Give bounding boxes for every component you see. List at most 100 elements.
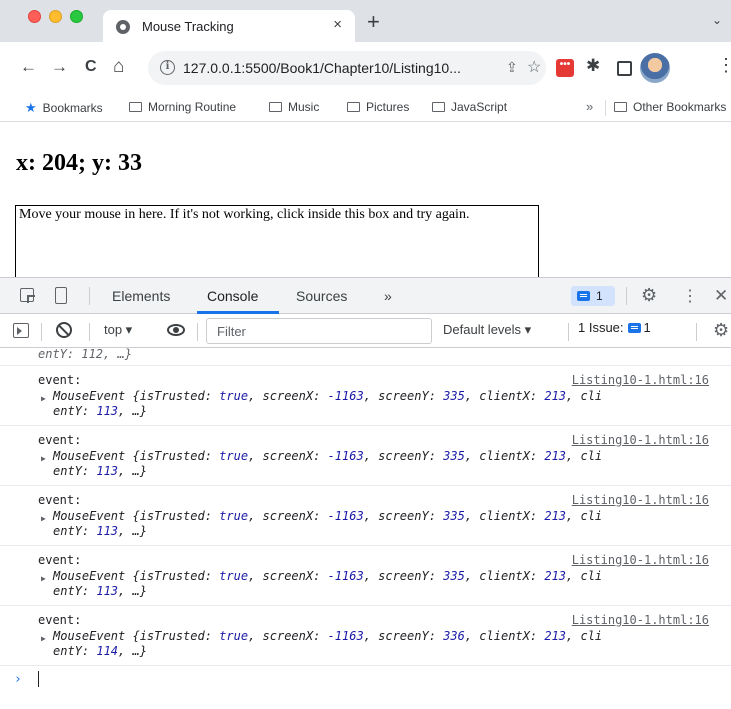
maximize-window-button[interactable] bbox=[70, 10, 83, 23]
log-source-link[interactable]: Listing10-1.html:16 bbox=[572, 493, 709, 507]
bookmark-javascript[interactable]: JavaScript bbox=[432, 100, 507, 114]
messages-badge[interactable]: 1 bbox=[571, 286, 615, 306]
reload-button[interactable]: C bbox=[85, 57, 97, 77]
devtools-menu-icon[interactable]: ⋮ bbox=[682, 286, 698, 306]
tab-console[interactable]: Console bbox=[207, 288, 258, 304]
device-toolbar-icon[interactable] bbox=[55, 287, 67, 304]
mouse-coordinates-heading: x: 204; y: 33 bbox=[16, 150, 142, 176]
folder-icon bbox=[269, 102, 282, 112]
log-object-line-1[interactable]: MouseEvent {isTrusted: true, screenX: -1… bbox=[53, 509, 602, 523]
console-log-entry: event: Listing10-1.html:16 ▶ MouseEvent … bbox=[0, 366, 731, 426]
bookmark-pictures[interactable]: Pictures bbox=[347, 100, 409, 114]
divider bbox=[89, 323, 90, 341]
tab-title: Mouse Tracking bbox=[142, 19, 234, 34]
inspect-element-icon[interactable] bbox=[20, 288, 34, 302]
expand-triangle-icon[interactable]: ▶ bbox=[41, 454, 46, 463]
puzzle-icon[interactable]: ✱ bbox=[586, 56, 600, 76]
console-log-entry: event: Listing10-1.html:16 ▶ MouseEvent … bbox=[0, 546, 731, 606]
forward-button[interactable]: → bbox=[51, 57, 68, 77]
minimize-window-button[interactable] bbox=[49, 10, 62, 23]
console-input-caret[interactable] bbox=[38, 671, 39, 687]
log-object-line-1[interactable]: MouseEvent {isTrusted: true, screenX: -1… bbox=[53, 629, 602, 643]
log-object-line-2: entY: 113, …} bbox=[53, 404, 147, 418]
log-levels-select[interactable]: Default levels ▾ bbox=[443, 322, 531, 338]
expand-triangle-icon[interactable]: ▶ bbox=[41, 514, 46, 523]
tracking-box-text: Move your mouse in here. If it's not wor… bbox=[19, 207, 470, 222]
log-object-line-2: entY: 113, …} bbox=[53, 524, 147, 538]
devtools-tab-bar: Elements Console Sources » 1 ⚙ ⋮ ✕ bbox=[0, 278, 731, 314]
log-source-link[interactable]: Listing10-1.html:16 bbox=[572, 433, 709, 447]
log-source-link[interactable]: Listing10-1.html:16 bbox=[572, 613, 709, 627]
divider bbox=[197, 323, 198, 341]
tab-search-chevron-icon[interactable]: ⌄ bbox=[712, 13, 722, 27]
browser-toolbar: ← → C ⌂ i 127.0.0.1:5500/Book1/Chapter10… bbox=[0, 42, 731, 94]
address-bar[interactable]: i 127.0.0.1:5500/Book1/Chapter10/Listing… bbox=[148, 51, 546, 85]
extension-icon[interactable]: ••• bbox=[556, 59, 574, 77]
close-devtools-icon[interactable]: ✕ bbox=[714, 286, 728, 306]
mouse-tracking-box[interactable]: Move your mouse in here. If it's not wor… bbox=[15, 205, 539, 285]
expand-triangle-icon[interactable]: ▶ bbox=[41, 574, 46, 583]
bookmark-star-icon[interactable]: ☆ bbox=[527, 57, 541, 77]
messages-count: 1 bbox=[596, 289, 603, 303]
divider bbox=[626, 287, 627, 305]
console-settings-gear-icon[interactable]: ⚙ bbox=[713, 320, 729, 341]
log-object-line-1[interactable]: MouseEvent {isTrusted: true, screenX: -1… bbox=[53, 389, 602, 403]
console-filter-input[interactable] bbox=[206, 318, 432, 344]
star-icon: ★ bbox=[25, 100, 37, 115]
home-button[interactable]: ⌂ bbox=[113, 57, 124, 77]
console-sidebar-toggle-icon[interactable] bbox=[13, 323, 29, 338]
side-panel-icon[interactable] bbox=[617, 61, 632, 76]
bookmarks-divider bbox=[605, 100, 606, 116]
log-source-link[interactable]: Listing10-1.html:16 bbox=[572, 553, 709, 567]
bookmark-music[interactable]: Music bbox=[269, 100, 319, 114]
log-object-line-1[interactable]: MouseEvent {isTrusted: true, screenX: -1… bbox=[53, 569, 602, 583]
settings-gear-icon[interactable]: ⚙ bbox=[641, 285, 657, 306]
folder-icon bbox=[129, 102, 142, 112]
bookmark-bookmarks[interactable]: ★ Bookmarks bbox=[25, 100, 103, 116]
console-log-entry: event: Listing10-1.html:16 ▶ MouseEvent … bbox=[0, 426, 731, 486]
url-text[interactable]: 127.0.0.1:5500/Book1/Chapter10/Listing10… bbox=[183, 60, 461, 76]
site-info-icon[interactable]: i bbox=[160, 60, 175, 75]
avatar[interactable] bbox=[640, 53, 670, 83]
tab-strip: Mouse Tracking × + ⌄ bbox=[0, 0, 731, 42]
new-tab-button[interactable]: + bbox=[367, 11, 380, 33]
tab-elements[interactable]: Elements bbox=[112, 288, 170, 304]
console-filter-bar: top ▾ Default levels ▾ 1 Issue:1 ⚙ bbox=[0, 314, 731, 348]
globe-icon bbox=[116, 20, 130, 34]
log-source-link[interactable]: Listing10-1.html:16 bbox=[572, 373, 709, 387]
tab-close-icon[interactable]: × bbox=[333, 16, 342, 33]
folder-icon bbox=[614, 102, 627, 112]
log-object-line-1[interactable]: MouseEvent {isTrusted: true, screenX: -1… bbox=[53, 449, 602, 463]
log-label: event: bbox=[38, 613, 82, 627]
bookmark-other-bookmarks[interactable]: Other Bookmarks bbox=[614, 100, 726, 114]
log-object-line-2: entY: 114, …} bbox=[53, 644, 147, 658]
log-label: event: bbox=[38, 433, 82, 447]
console-entry-partial: ▶ entY: 112, …} bbox=[0, 348, 731, 366]
browser-menu-icon[interactable]: ⋮ bbox=[717, 56, 731, 74]
expand-triangle-icon[interactable]: ▶ bbox=[41, 634, 46, 643]
more-bookmarks-chevron-icon[interactable]: » bbox=[586, 99, 593, 114]
tab-sources[interactable]: Sources bbox=[296, 288, 347, 304]
close-window-button[interactable] bbox=[28, 10, 41, 23]
tab-mouse-tracking[interactable]: Mouse Tracking × bbox=[103, 10, 355, 42]
live-expression-eye-icon[interactable] bbox=[167, 324, 185, 336]
share-icon[interactable]: ⇪ bbox=[506, 59, 518, 76]
folder-icon bbox=[347, 102, 360, 112]
bookmarks-bar: ★ Bookmarks Morning Routine Music Picture… bbox=[0, 94, 731, 122]
more-tabs-chevron-icon[interactable]: » bbox=[384, 288, 392, 304]
bookmark-morning-routine[interactable]: Morning Routine bbox=[129, 100, 236, 114]
back-button[interactable]: ← bbox=[20, 57, 37, 77]
issues-button[interactable]: 1 Issue: 1 bbox=[578, 320, 651, 342]
expand-triangle-icon[interactable]: ▶ bbox=[41, 394, 46, 403]
issue-icon bbox=[627, 323, 641, 333]
console-log-entry: event: Listing10-1.html:16 ▶ MouseEvent … bbox=[0, 606, 731, 666]
clear-console-icon[interactable] bbox=[56, 322, 72, 338]
console-object-continuation: entY: 112, …} bbox=[38, 348, 132, 361]
log-object-line-2: entY: 113, …} bbox=[53, 464, 147, 478]
console-log-entry: event: Listing10-1.html:16 ▶ MouseEvent … bbox=[0, 486, 731, 546]
log-label: event: bbox=[38, 493, 82, 507]
javascript-context-select[interactable]: top ▾ bbox=[104, 322, 132, 338]
message-icon bbox=[577, 291, 590, 301]
console-output: ▶ entY: 112, …} event: Listing10-1.html:… bbox=[0, 348, 731, 709]
divider bbox=[89, 287, 90, 305]
